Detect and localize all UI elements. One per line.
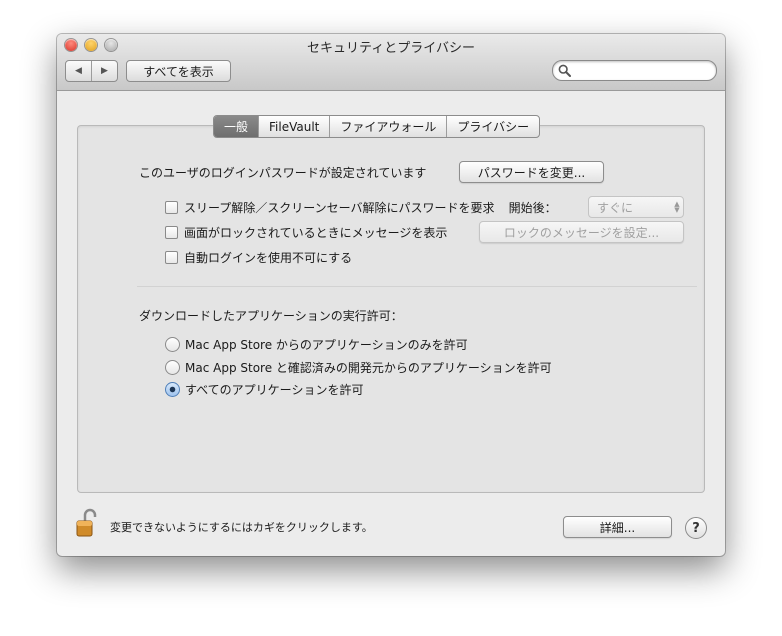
search-field[interactable] <box>552 60 717 81</box>
change-password-button[interactable]: パスワードを変更... <box>459 161 604 183</box>
show-all-button[interactable]: すべてを表示 <box>126 60 231 82</box>
tab-filevault[interactable]: FileVault <box>258 116 329 137</box>
radio-button-selected[interactable] <box>165 382 180 397</box>
back-button[interactable]: ◀ <box>66 61 91 81</box>
tab-bar: 一般 FileVault ファイアウォール プライバシー <box>213 115 541 138</box>
radio-mac-app-store-only[interactable]: Mac App Store からのアプリケーションのみを許可 <box>165 336 468 353</box>
security-privacy-window: セキュリティとプライバシー ◀ ▶ すべてを表示 一般 FileVault ファ… <box>57 34 725 556</box>
radio-anywhere[interactable]: すべてのアプリケーションを許可 <box>165 381 363 398</box>
require-password-checkbox[interactable] <box>165 201 178 214</box>
radio-mac-app-store-and-identified[interactable]: Mac App Store と確認済みの開発元からのアプリケーションを許可 <box>165 359 552 376</box>
delay-popup-value: すぐに <box>597 200 634 215</box>
back-forward-group: ◀ ▶ <box>65 60 118 82</box>
tab-privacy[interactable]: プライバシー <box>446 116 539 137</box>
require-password-label: スリープ解除／スクリーンセーバ解除にパスワードを要求 <box>184 201 495 215</box>
set-lock-message-button: ロックのメッセージを設定... <box>479 221 684 243</box>
radio-label: Mac App Store からのアプリケーションのみを許可 <box>185 338 468 352</box>
disable-autologin-checkbox[interactable] <box>165 251 178 264</box>
delay-popup: すぐに ▲ ▼ <box>588 196 684 218</box>
radio-label: Mac App Store と確認済みの開発元からのアプリケーションを許可 <box>185 361 552 375</box>
require-password-row[interactable]: スリープ解除／スクリーンセーバ解除にパスワードを要求 開始後： <box>165 199 557 216</box>
radio-label: すべてのアプリケーションを許可 <box>185 383 364 397</box>
disable-autologin-row[interactable]: 自動ログインを使用不可にする <box>165 249 352 266</box>
show-message-row[interactable]: 画面がロックされているときにメッセージを表示 <box>165 224 447 241</box>
tab-general[interactable]: 一般 <box>214 116 259 137</box>
search-input[interactable] <box>575 62 713 79</box>
downloads-heading: ダウンロードしたアプリケーションの実行許可： <box>139 309 403 323</box>
lock-hint-text: 変更できないようにするにはカギをクリックします。 <box>110 521 373 534</box>
show-message-checkbox[interactable] <box>165 226 178 239</box>
window-title: セキュリティとプライバシー <box>307 41 475 56</box>
delay-label: 開始後： <box>508 201 557 215</box>
disable-autologin-label: 自動ログインを使用不可にする <box>184 251 353 265</box>
password-status-text: このユーザのログインパスワードが設定されています <box>139 166 427 180</box>
radio-button[interactable] <box>165 337 180 352</box>
magnifier-icon <box>558 64 571 77</box>
popup-arrows-icon: ▲ ▼ <box>674 200 680 214</box>
section-divider <box>137 286 697 287</box>
unlocked-padlock-icon[interactable] <box>76 508 98 538</box>
titlebar: セキュリティとプライバシー ◀ ▶ すべてを表示 <box>57 34 725 91</box>
show-message-label: 画面がロックされているときにメッセージを表示 <box>184 226 448 240</box>
radio-button[interactable] <box>165 360 180 375</box>
forward-button[interactable]: ▶ <box>91 61 117 81</box>
help-button[interactable]: ? <box>685 517 707 539</box>
tab-firewall[interactable]: ファイアウォール <box>329 116 446 137</box>
advanced-button[interactable]: 詳細... <box>563 516 672 538</box>
